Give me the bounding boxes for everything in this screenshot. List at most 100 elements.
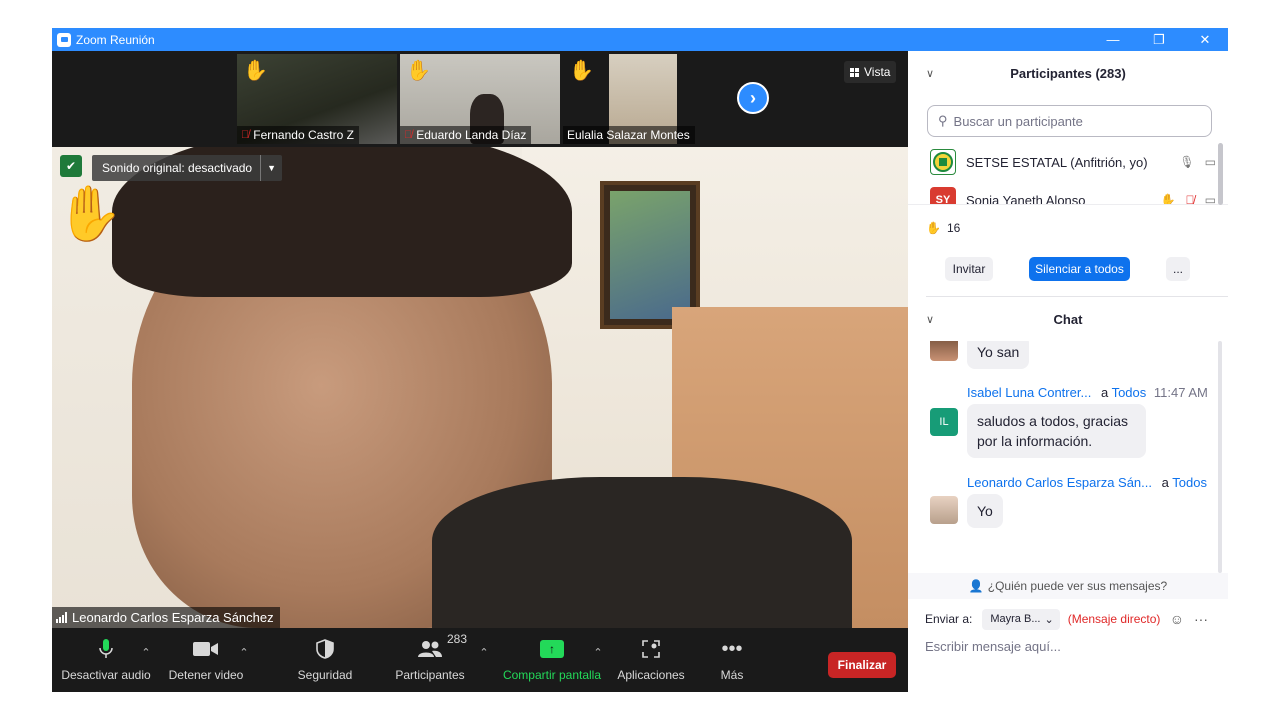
avatar: [930, 341, 958, 361]
chat-message-meta: Leonardo Carlos Esparza Sán... a Todos: [967, 475, 1207, 490]
chat-compose[interactable]: [925, 639, 1215, 663]
participants-button[interactable]: 283 Participantes: [392, 632, 468, 682]
participant-search-input[interactable]: [953, 113, 1194, 129]
chat-input[interactable]: [925, 639, 1215, 663]
section-divider: [926, 296, 1228, 297]
mute-audio-label: Desactivar audio: [61, 668, 151, 682]
person-lock-icon: 👤: [968, 579, 984, 593]
participants-label: Participantes: [395, 668, 465, 682]
chevron-up-icon: ⌃: [593, 647, 603, 659]
raised-hand-icon: ✋: [56, 184, 124, 244]
participant-status-icons: ✋ 🎙̸ ▭: [1161, 193, 1216, 204]
participant-search[interactable]: ⚲: [927, 105, 1212, 137]
chat-recipient[interactable]: Todos: [1172, 475, 1207, 490]
participant-thumbnail[interactable]: ✋ Eulalia Salazar Montes: [563, 54, 723, 144]
more-label: Más: [720, 668, 744, 682]
microphone-icon[interactable]: 🎙: [1179, 155, 1194, 169]
mute-audio-button[interactable]: Desactivar audio: [61, 634, 151, 682]
participant-list: SETSE ESTATAL (Anfitrión, yo) 🎙 ▭ SY Son…: [908, 143, 1228, 205]
participants-more-button[interactable]: ...: [1166, 257, 1190, 281]
mute-all-button[interactable]: Silenciar a todos: [1029, 257, 1130, 281]
original-sound-dropdown[interactable]: Sonido original: desactivado ▼: [92, 155, 283, 181]
security-label: Seguridad: [297, 668, 353, 682]
muted-mic-icon: 🎙̸: [404, 129, 413, 141]
chat-message: saludos a todos, gracias por la informac…: [967, 404, 1146, 458]
participant-list-scrollbar[interactable]: [1218, 143, 1223, 205]
chevron-down-icon[interactable]: ▼: [260, 155, 282, 181]
participants-icon: 283: [417, 632, 467, 664]
chevron-down-icon[interactable]: ∨: [926, 67, 934, 80]
emoji-icon[interactable]: ☺: [1170, 611, 1184, 627]
chat-to-label: a: [1161, 475, 1169, 490]
zoom-logo-icon: [57, 32, 71, 47]
participants-title: Participantes (283): [1010, 65, 1126, 81]
video-area: ✋ 🎙̸ Fernando Castro Z ✋ 🎙̸ Eduardo Land…: [52, 51, 908, 692]
participant-name: Sonia Yaneth Alonso: [966, 192, 1086, 205]
muted-mic-icon: 🎙̸: [241, 129, 250, 141]
thumbnail-name: Eduardo Landa Díaz: [416, 128, 527, 142]
window-title: Zoom Reunión: [76, 32, 155, 47]
avatar: [930, 149, 956, 175]
shield-icon: [316, 634, 334, 664]
chevron-up-icon: ⌃: [141, 647, 151, 659]
chat-panel-header: ∨ Chat: [908, 299, 1228, 339]
avatar: [930, 496, 958, 524]
participant-row[interactable]: SY Sonia Yaneth Alonso ✋ 🎙̸ ▭: [908, 181, 1228, 205]
more-button[interactable]: ••• Más: [712, 634, 752, 683]
raised-hands-count: 16: [946, 221, 961, 235]
side-panel: ∨ Participantes (283) ⚲ SETSE ESTATAL (A…: [908, 51, 1228, 692]
video-camera-icon[interactable]: ▭: [1205, 193, 1216, 204]
chevron-down-icon[interactable]: ∨: [926, 313, 934, 326]
thumbnail-name-tag: 🎙̸ Eduardo Landa Díaz: [400, 126, 532, 144]
apps-button[interactable]: Aplicaciones: [616, 634, 686, 682]
who-can-see-messages[interactable]: 👤 ¿Quién puede ver sus mensajes?: [908, 573, 1228, 599]
thumbnail-name-tag: 🎙̸ Fernando Castro Z: [237, 126, 359, 144]
invite-button[interactable]: Invitar: [945, 257, 993, 281]
chat-sender[interactable]: Isabel Luna Contrer...: [967, 385, 1091, 400]
participant-thumbnail[interactable]: ✋ 🎙̸ Fernando Castro Z: [237, 54, 397, 144]
apps-label: Aplicaciones: [617, 668, 685, 682]
next-page-button[interactable]: ›: [737, 82, 769, 114]
share-screen-icon: ↑: [540, 634, 564, 664]
microphone-icon: [99, 634, 113, 664]
avatar: SY: [930, 187, 956, 204]
end-meeting-button[interactable]: Finalizar: [828, 652, 896, 678]
meeting-toolbar: Desactivar audio ⌃ Detener video ⌃ Segur…: [52, 628, 908, 692]
chat-title: Chat: [1053, 311, 1083, 327]
muted-mic-icon[interactable]: 🎙̸: [1186, 193, 1195, 204]
more-dots-icon: •••: [721, 637, 743, 660]
video-camera-icon: [193, 634, 219, 664]
close-button[interactable]: ✕: [1182, 28, 1228, 51]
chat-message: Yo: [967, 494, 1003, 528]
chat-recipient[interactable]: Todos: [1112, 385, 1147, 400]
speaker-name: Leonardo Carlos Esparza Sánchez: [72, 610, 274, 625]
restore-button[interactable]: ❐: [1136, 28, 1182, 51]
participant-row[interactable]: SETSE ESTATAL (Anfitrión, yo) 🎙 ▭: [908, 143, 1228, 181]
stop-video-button[interactable]: Detener video: [168, 634, 244, 682]
send-to-label: Enviar a:: [925, 612, 973, 626]
minimize-button[interactable]: —: [1090, 28, 1136, 51]
video-camera-icon[interactable]: ▭: [1205, 155, 1216, 169]
raised-hand-icon: ✋: [569, 60, 594, 82]
active-speaker-video: ✔ Sonido original: desactivado ▼ ✋ Leona…: [52, 147, 908, 628]
chat-to-label: a: [1100, 385, 1109, 400]
search-icon: ⚲: [938, 113, 948, 128]
security-button[interactable]: Seguridad: [292, 634, 358, 682]
direct-message-label: (Mensaje directo): [1067, 612, 1161, 626]
view-button[interactable]: Vista: [844, 61, 897, 83]
apps-icon: [641, 634, 661, 664]
chat-scrollbar[interactable]: [1218, 341, 1222, 573]
compose-tools: ☺ ···: [1170, 611, 1208, 627]
chevron-up-icon: ⌃: [479, 647, 489, 659]
participant-thumbnail[interactable]: ✋ 🎙̸ Eduardo Landa Díaz: [400, 54, 560, 144]
encryption-shield-icon[interactable]: ✔: [60, 155, 82, 177]
participant-name: SETSE ESTATAL (Anfitrión, yo): [966, 154, 1148, 170]
chat-messages: Yo san Isabel Luna Contrer... a Todos 11…: [908, 341, 1228, 573]
participants-panel-header: ∨ Participantes (283): [908, 51, 1228, 95]
send-to-row: Enviar a: Mayra B... ⌄ (Mensaje directo): [925, 607, 1160, 631]
chat-sender[interactable]: Leonardo Carlos Esparza Sán...: [967, 475, 1152, 490]
share-screen-button[interactable]: ↑ Compartir pantalla: [500, 634, 604, 682]
more-dots-icon[interactable]: ···: [1194, 611, 1208, 627]
avatar: IL: [930, 408, 958, 436]
recipient-dropdown[interactable]: Mayra B... ⌄: [982, 608, 1060, 630]
